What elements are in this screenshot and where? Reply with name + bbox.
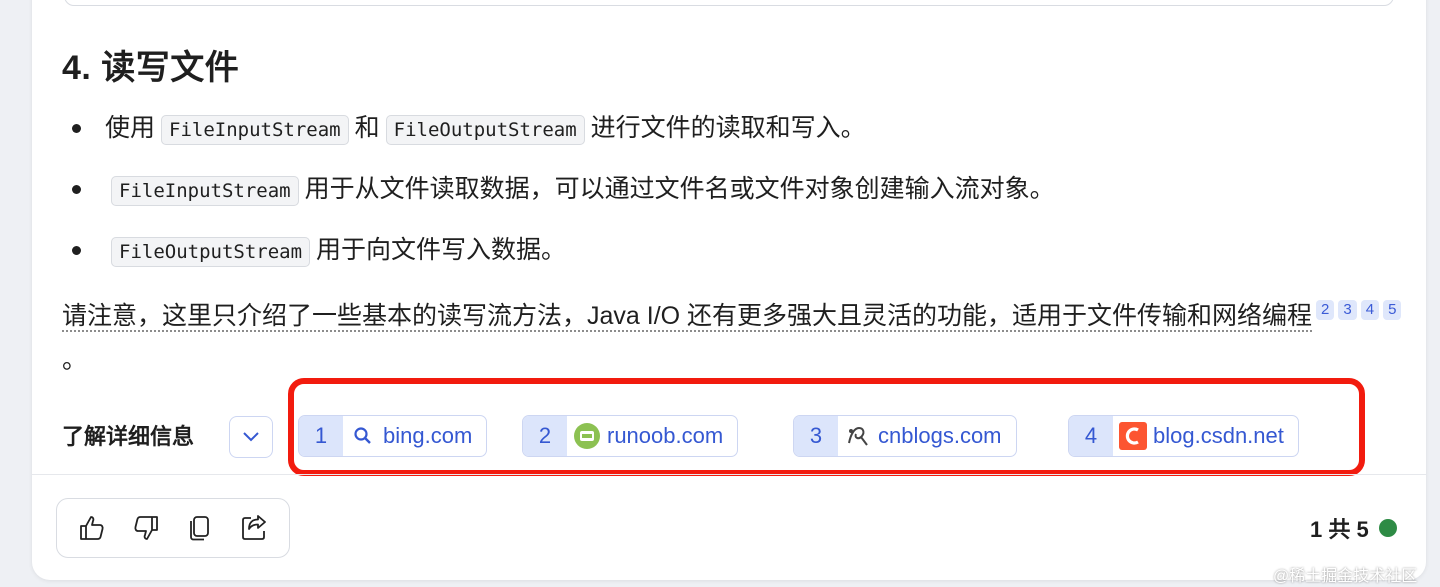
bullet-dot (72, 246, 81, 255)
bullet-text: 进行文件的读取和写入。 (590, 114, 866, 142)
citation-4[interactable]: 4 (1360, 300, 1380, 320)
bullet-dot (72, 124, 81, 133)
citation-3[interactable]: 3 (1338, 300, 1357, 320)
inline-code: FileOutputStream (111, 237, 311, 267)
bullet-text: 使用 (105, 114, 156, 142)
thumbs-down-icon[interactable] (128, 510, 164, 546)
previous-code-block (64, 0, 1394, 6)
response-pager: 1 共 5 (1310, 512, 1397, 544)
inline-code: FileOutputStream (385, 115, 585, 145)
bullet-text: 用于从文件读取数据，可以通过文件名或文件对象创建输入流对象。 (304, 175, 1055, 203)
note-text: 请注意，这里只介绍了一些基本的读写流方法，Java I/O 还有更多强大且灵活的… (62, 302, 1313, 332)
list-item: 使用 FileInputStream 和 FileOutputStream 进行文件的读… (62, 104, 1055, 165)
bullet-dot (72, 185, 81, 194)
response-card (32, 0, 1426, 580)
list-item: FileInputStream 用于从文件读取数据，可以通过文件名或文件对象创建输… (62, 165, 1055, 226)
section-heading: 4. 读写文件 (62, 49, 240, 87)
citation-2[interactable]: 2 (1316, 300, 1335, 320)
list-item: FileOutputStream 用于向文件写入数据。 (62, 226, 1055, 287)
feedback-toolbar (56, 498, 290, 558)
note-paragraph: 请注意，这里只介绍了一些基本的读写流方法，Java I/O 还有更多强大且灵活的… (62, 294, 1402, 382)
annotation-highlight-box (288, 378, 1365, 476)
share-icon[interactable] (236, 510, 272, 546)
copy-icon[interactable] (182, 510, 218, 546)
chevron-down-icon (243, 432, 259, 442)
expand-sources-button[interactable] (229, 416, 273, 458)
bullet-text: 和 (354, 114, 380, 142)
watermark: @稀土掘金技术社区 (1273, 568, 1418, 585)
note-end: 。 (62, 346, 88, 374)
inline-code: FileInputStream (111, 176, 299, 206)
thumbs-up-icon[interactable] (74, 510, 110, 546)
status-dot (1378, 519, 1397, 537)
pager-label: 1 共 5 (1310, 517, 1369, 542)
inline-code: FileInputStream (161, 115, 349, 145)
bullet-list: 使用 FileInputStream 和 FileOutputStream 进行文件的读… (62, 104, 1055, 287)
citation-5[interactable]: 5 (1383, 300, 1402, 320)
learn-more-label: 了解详细信息 (62, 424, 195, 449)
bullet-text: 用于向文件写入数据。 (316, 236, 567, 264)
divider (32, 474, 1426, 475)
